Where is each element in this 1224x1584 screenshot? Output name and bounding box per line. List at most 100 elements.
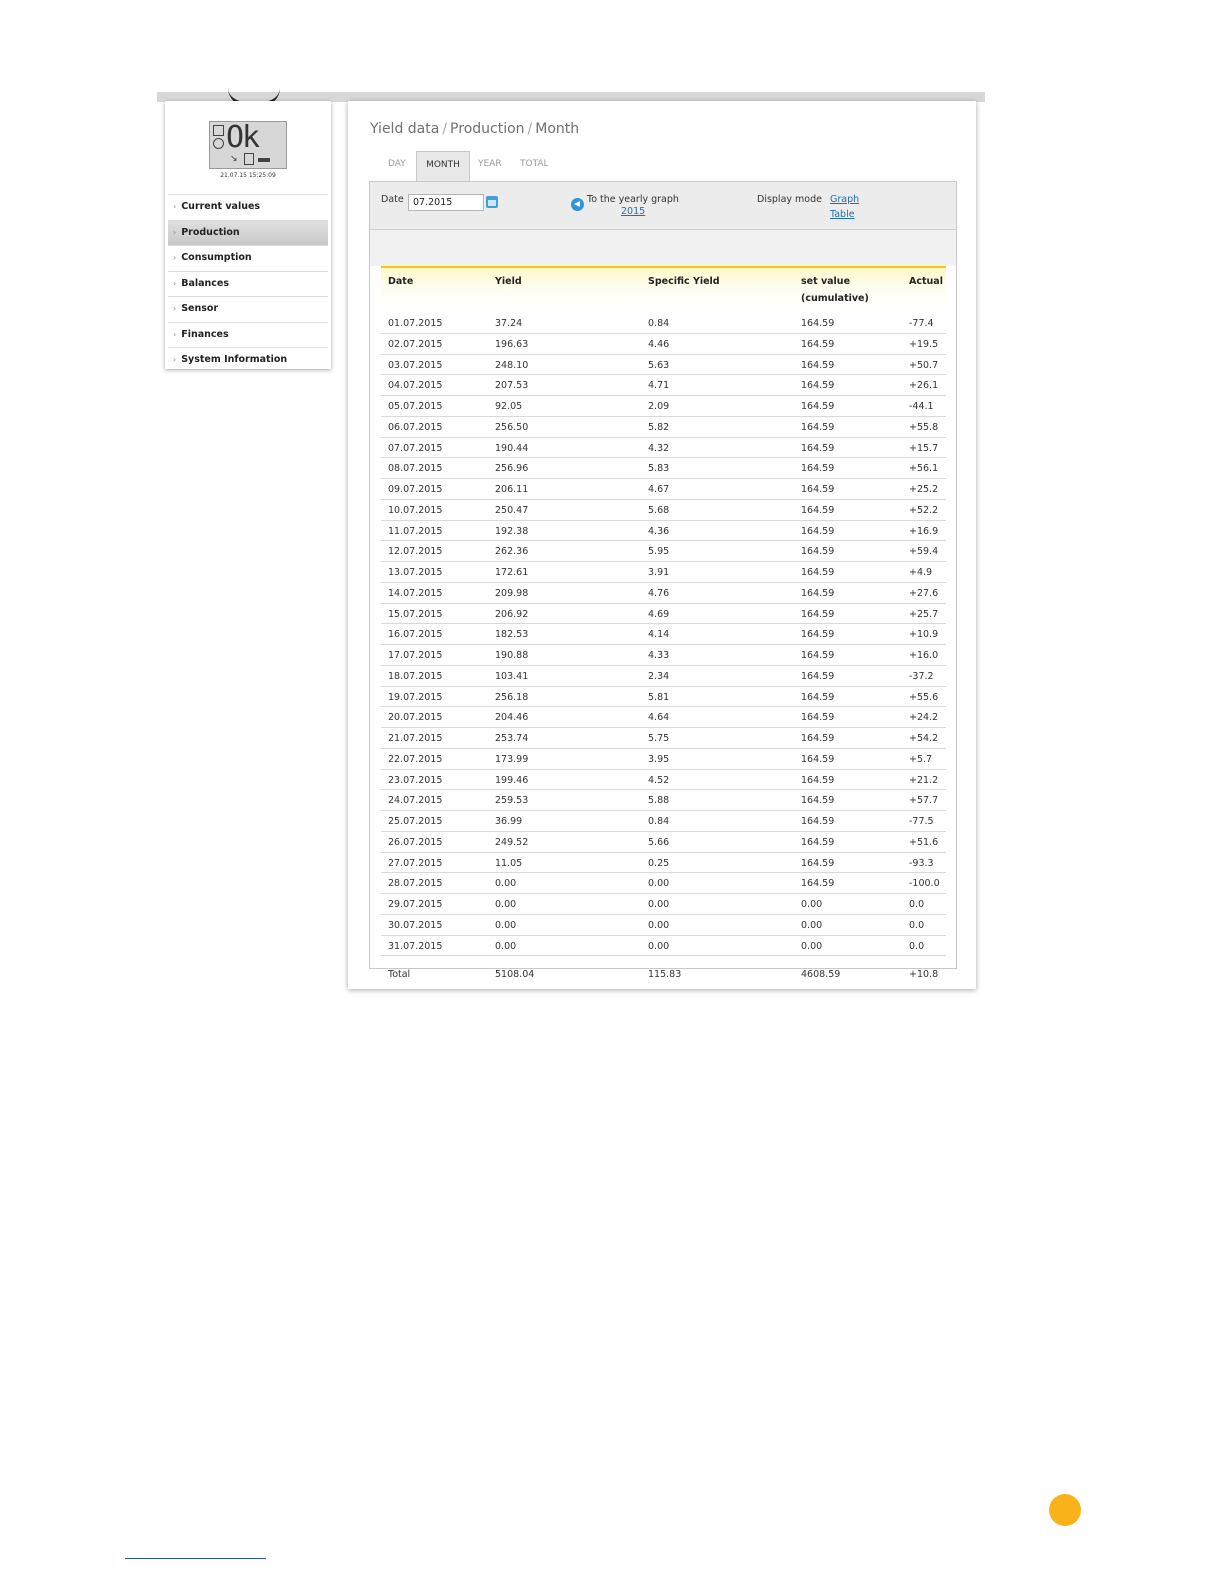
table-row: 14.07.2015 209.98 4.76 164.59 +27.6 — [381, 583, 946, 604]
column-header-set-value: set value — [801, 276, 851, 287]
chevron-right-icon: › — [173, 202, 177, 211]
cell-specific-yield: 5.68 — [648, 504, 670, 516]
cell-date: 14.07.2015 — [388, 587, 443, 599]
display-mode-graph-link[interactable]: Graph — [830, 194, 859, 205]
tab-year[interactable]: YEAR — [478, 151, 508, 182]
cell-date: 19.07.2015 — [388, 691, 443, 703]
sidebar-item-label: Balances — [181, 277, 230, 289]
display-mode-table-link[interactable]: Table — [830, 209, 855, 220]
cell-date: 09.07.2015 — [388, 484, 443, 495]
cell-set-value: 164.59 — [801, 691, 835, 703]
cell-yield: 182.53 — [495, 629, 529, 641]
cell-date: 27.07.2015 — [388, 857, 443, 869]
cell-actual: +27.6 — [909, 587, 939, 599]
table-row: 20.07.2015 204.46 4.64 164.59 +24.2 — [381, 707, 946, 728]
cell-set-value: 164.59 — [801, 401, 835, 412]
cell-specific-yield: 4.32 — [648, 442, 670, 454]
cell-yield: 256.50 — [495, 421, 529, 433]
table-row: 21.07.2015 253.74 5.75 164.59 +54.2 — [381, 728, 946, 749]
cell-yield: 206.11 — [495, 484, 529, 495]
tab-day[interactable]: DAY — [388, 151, 416, 182]
cell-yield: 250.47 — [495, 504, 529, 516]
cell-set-value: 164.59 — [801, 670, 835, 682]
cell-date: 05.07.2015 — [388, 401, 443, 412]
yearly-graph-label: To the yearly graph — [587, 194, 679, 205]
table-row: 01.07.2015 37.24 0.84 164.59 -77.4 — [381, 313, 946, 334]
table-row: 29.07.2015 0.00 0.00 0.00 0.0 — [381, 894, 946, 915]
cell-actual: -37.2 — [909, 670, 934, 682]
tab-month[interactable]: MONTH — [416, 151, 470, 183]
cell-date: 24.07.2015 — [388, 795, 443, 807]
cell-specific-yield: 0.25 — [648, 857, 670, 869]
breadcrumb-item: Month — [535, 121, 580, 137]
sidebar-item-balances[interactable]: › Balances — [168, 270, 328, 297]
table-row: 15.07.2015 206.92 4.69 164.59 +25.7 — [381, 604, 946, 625]
sidebar-item-system-information[interactable]: › System Information — [168, 347, 328, 373]
cell-date: 29.07.2015 — [388, 899, 443, 910]
toolbar: Date 07.2015 To the yearly graph 2015 Di… — [370, 182, 956, 230]
pv-icon — [213, 125, 224, 136]
table-row: 08.07.2015 256.96 5.83 164.59 +56.1 — [381, 458, 946, 479]
battery-icon — [244, 153, 254, 165]
cell-date: 31.07.2015 — [388, 940, 443, 952]
cell-actual: +15.7 — [909, 442, 939, 454]
cell-specific-yield: 5.66 — [648, 836, 670, 848]
sidebar-item-sensor[interactable]: › Sensor — [168, 296, 328, 322]
cell-specific-yield: 5.83 — [648, 463, 670, 475]
cell-set-value: 164.59 — [801, 712, 835, 724]
cell-actual: +19.5 — [909, 338, 939, 350]
yearly-graph-link[interactable]: 2015 — [621, 206, 645, 217]
cell-yield: 199.46 — [495, 774, 529, 786]
yield-table: Date Yield Specific Yield set value (cum… — [381, 266, 946, 994]
cell-specific-yield: 5.82 — [648, 421, 670, 433]
cell-yield: 172.61 — [495, 567, 529, 578]
cell-specific-yield: 4.71 — [648, 380, 670, 392]
back-arrow-icon[interactable] — [571, 198, 584, 211]
cell-yield: 192.38 — [495, 525, 529, 537]
cell-set-value: 164.59 — [801, 546, 835, 558]
table-row: 17.07.2015 190.88 4.33 164.59 +16.0 — [381, 645, 946, 666]
sidebar-item-label: System Information — [181, 354, 288, 365]
cell-set-value: 164.59 — [801, 442, 835, 454]
cell-yield: 196.63 — [495, 338, 529, 350]
calendar-icon[interactable] — [486, 196, 498, 208]
cell-yield: 256.96 — [495, 463, 529, 475]
cell-yield: 259.53 — [495, 795, 529, 807]
cell-actual: +57.7 — [909, 795, 939, 807]
sidebar-item-consumption[interactable]: › Consumption — [168, 245, 328, 271]
cell-specific-yield: 0.00 — [648, 878, 670, 890]
sidebar-item-current-values[interactable]: › Current values — [168, 194, 328, 220]
status-text: Ok — [226, 120, 260, 155]
total-set-value: 4608.59 — [801, 969, 841, 981]
cell-specific-yield: 4.67 — [648, 484, 670, 495]
table-row: 12.07.2015 262.36 5.95 164.59 +59.4 — [381, 541, 946, 562]
cell-set-value: 164.59 — [801, 733, 835, 744]
cell-set-value: 164.59 — [801, 753, 835, 765]
meter-icon — [258, 158, 270, 162]
table-header: Date Yield Specific Yield set value (cum… — [381, 266, 946, 313]
cell-specific-yield: 5.95 — [648, 546, 670, 558]
cell-date: 01.07.2015 — [388, 318, 443, 329]
cell-date: 21.07.2015 — [388, 733, 443, 744]
cell-set-value: 164.59 — [801, 525, 835, 537]
cell-date: 28.07.2015 — [388, 878, 443, 890]
cell-specific-yield: 5.75 — [648, 733, 670, 744]
cell-specific-yield: 0.84 — [648, 318, 670, 329]
cell-specific-yield: 0.00 — [648, 899, 670, 910]
cell-yield: 206.92 — [495, 608, 529, 620]
column-header-actual: Actual — [909, 276, 943, 287]
table-row: 25.07.2015 36.99 0.84 164.59 -77.5 — [381, 811, 946, 832]
cell-specific-yield: 0.00 — [648, 940, 670, 952]
cell-date: 23.07.2015 — [388, 774, 443, 786]
sidebar-item-production[interactable]: › Production — [168, 219, 328, 245]
tab-total[interactable]: TOTAL — [520, 151, 556, 182]
cell-actual: 0.0 — [909, 940, 925, 952]
cell-actual: +51.6 — [909, 836, 939, 848]
breadcrumb-item[interactable]: Yield data — [370, 121, 439, 137]
chevron-right-icon: › — [173, 278, 177, 288]
chevron-right-icon: › — [173, 304, 177, 313]
date-field[interactable]: 07.2015 — [408, 194, 484, 211]
breadcrumb-item[interactable]: Production — [450, 121, 524, 137]
sidebar-item-finances[interactable]: › Finances — [168, 321, 328, 348]
cell-actual: +52.2 — [909, 504, 939, 516]
